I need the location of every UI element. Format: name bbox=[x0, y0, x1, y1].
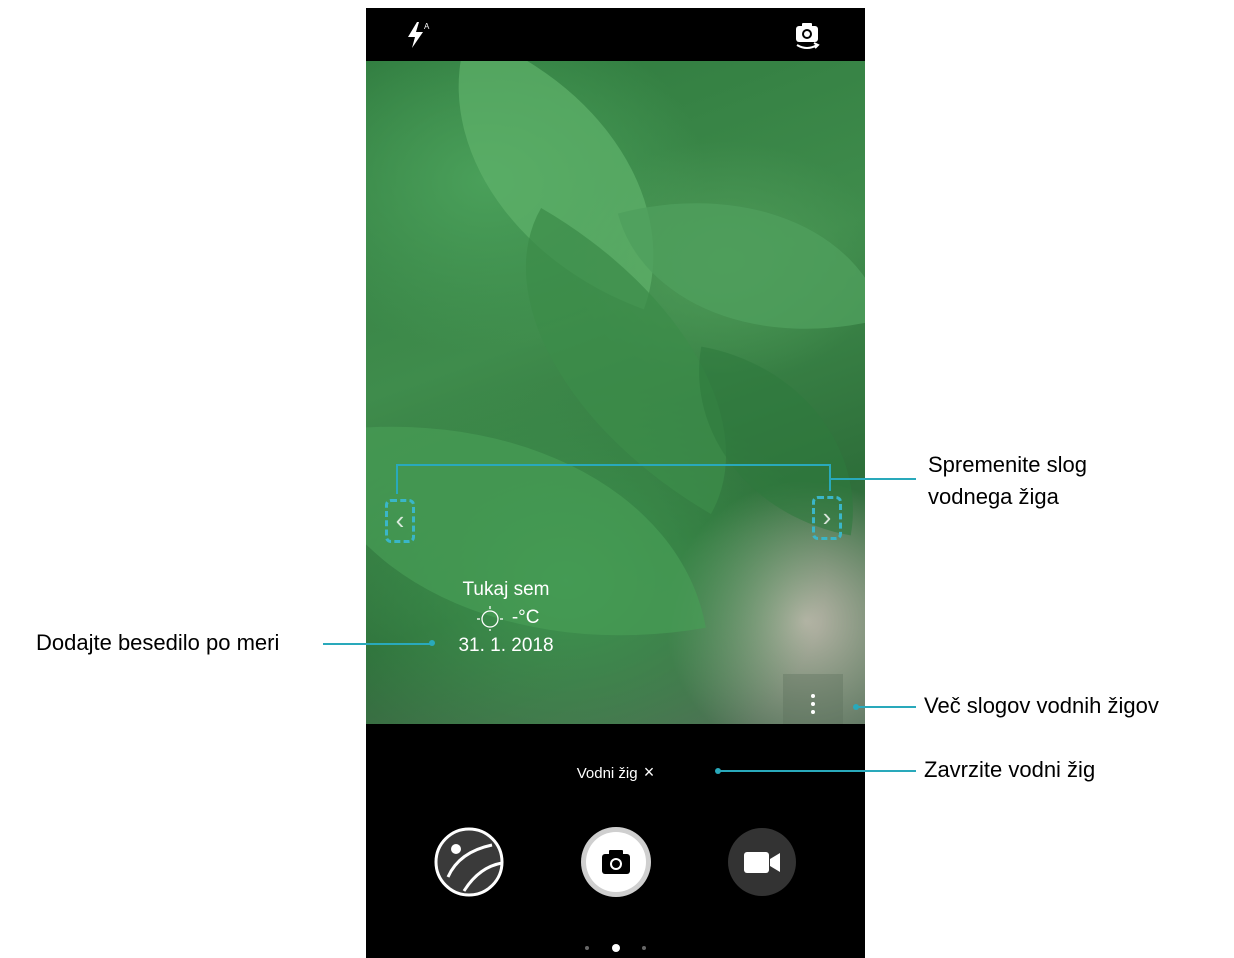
callout-more-styles: Več slogov vodnih žigov bbox=[924, 693, 1159, 718]
callout-line bbox=[396, 464, 830, 466]
switch-camera-icon[interactable] bbox=[790, 18, 824, 52]
sun-icon bbox=[473, 605, 512, 631]
callout-line bbox=[323, 643, 433, 645]
more-dots-icon bbox=[811, 694, 815, 698]
callout-line bbox=[856, 706, 916, 708]
camera-viewfinder[interactable]: ‹ › Tukaj sem -°C 31. 1. 2018 bbox=[366, 61, 865, 724]
svg-text:A: A bbox=[424, 22, 430, 31]
callout-add-text: Dodajte besedilo po meri bbox=[36, 630, 280, 655]
watermark-overlay[interactable]: Tukaj sem -°C 31. 1. 2018 bbox=[446, 576, 566, 660]
watermark-chip: Vodni žig × bbox=[366, 762, 865, 783]
flash-auto-icon[interactable]: A bbox=[400, 18, 434, 52]
callout-line bbox=[830, 478, 916, 480]
callout-discard: Zavrzite vodni žig bbox=[924, 757, 1096, 782]
mode-pager bbox=[366, 939, 865, 957]
callout-dot bbox=[429, 640, 435, 646]
callout-line bbox=[718, 770, 916, 772]
pager-dot bbox=[641, 945, 646, 950]
watermark-close-button[interactable]: × bbox=[644, 762, 655, 782]
pager-dot bbox=[585, 945, 590, 950]
camera-screen: A ‹ › Tukaj sem -°C 31. 1. 2018 Vodni ži… bbox=[366, 8, 865, 958]
next-watermark-button[interactable]: › bbox=[812, 496, 842, 540]
previous-watermark-button[interactable]: ‹ bbox=[385, 499, 415, 543]
camera-controls: Vodni žig × bbox=[366, 724, 865, 958]
watermark-temperature: -°C bbox=[511, 607, 540, 628]
camera-shutter-icon[interactable] bbox=[580, 826, 652, 898]
gallery-thumbnail-icon[interactable] bbox=[434, 827, 504, 897]
pager-dot-active bbox=[611, 943, 620, 952]
video-camera-icon[interactable] bbox=[727, 827, 797, 897]
callout-change-style: Spremenite slog vodnega žiga bbox=[928, 452, 1087, 509]
watermark-date: 31. 1. 2018 bbox=[458, 635, 554, 656]
watermark-chip-label: Vodni žig bbox=[576, 765, 638, 782]
callout-line bbox=[396, 464, 398, 494]
more-watermark-styles-button[interactable] bbox=[783, 674, 843, 724]
watermark-location: Tukaj sem bbox=[462, 579, 550, 600]
camera-top-bar: A bbox=[366, 8, 865, 61]
